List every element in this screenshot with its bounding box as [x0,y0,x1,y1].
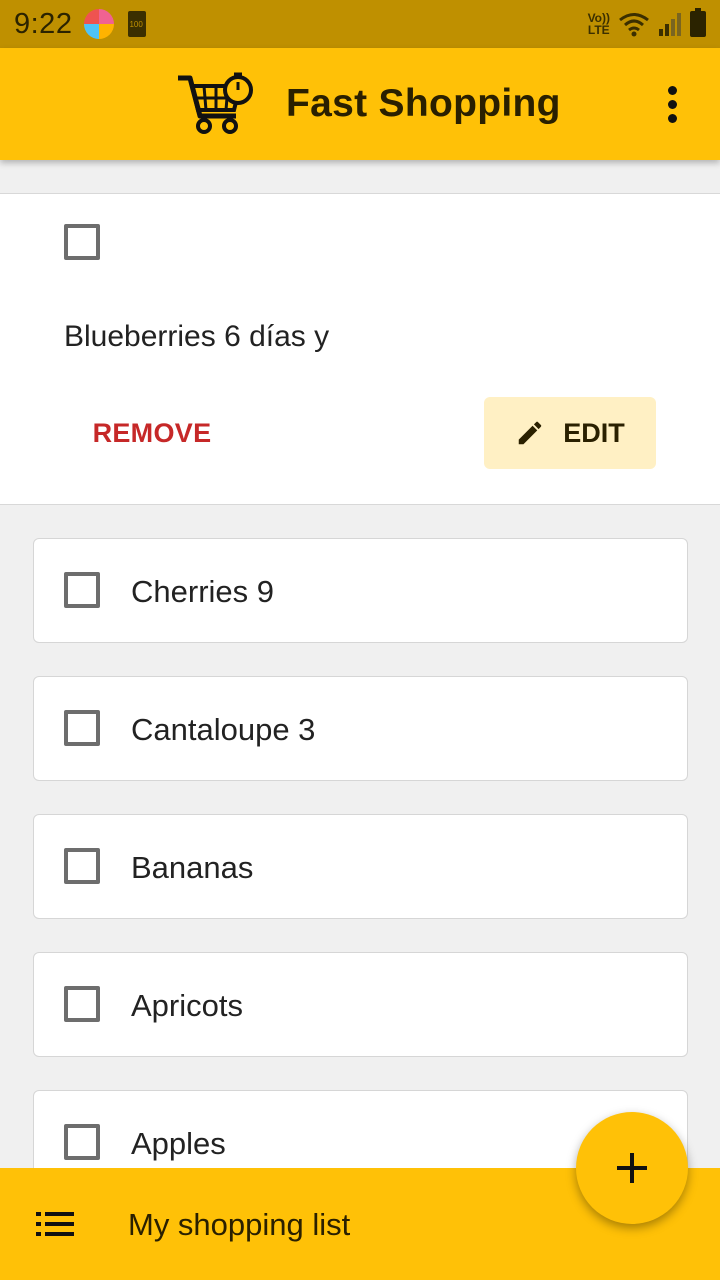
item-label: Cantaloupe 3 [131,712,316,747]
expanded-item-card: Blueberries 6 días y REMOVE EDIT [0,193,720,505]
item-checkbox[interactable] [64,848,100,884]
item-checkbox[interactable] [64,986,100,1022]
plus-icon [617,1153,647,1183]
storage-notification-icon: 100 [128,11,147,37]
remove-button[interactable]: REMOVE [64,397,240,469]
app-bar: Fast Shopping [0,48,720,160]
edit-button-label: EDIT [563,417,625,448]
cart-timer-icon [178,72,253,134]
more-vert-icon-dot [667,85,677,95]
lte-label: LTE [587,23,610,37]
pencil-icon [518,421,542,445]
more-vert-icon-dot [667,113,677,123]
expanded-item-label: Blueberries 6 días y [64,320,330,353]
item-checkbox[interactable] [64,1124,100,1160]
status-bar: 9:22 100 Vo)) LTE [0,0,720,48]
list-icon[interactable] [36,1212,76,1236]
item-checkbox[interactable] [64,572,100,608]
add-item-button[interactable] [576,1112,688,1224]
item-checkbox[interactable] [64,224,100,260]
item-label: Bananas [131,850,254,885]
status-indicators: Vo)) LTE [588,8,706,37]
list-item[interactable]: Apricots [33,952,688,1057]
battery-icon [690,8,706,37]
app-title: Fast Shopping [286,82,561,125]
bottom-bar-title: My shopping list [128,1207,351,1242]
edit-button[interactable]: EDIT [484,397,656,469]
item-checkbox[interactable] [64,710,100,746]
volte-indicator: Vo)) LTE [588,12,610,36]
item-label: Cherries 9 [131,574,274,609]
more-vert-icon-dot [667,99,677,109]
signal-icon [659,13,681,36]
list-item[interactable]: Cantaloupe 3 [33,676,688,781]
item-label: Apples [131,1126,226,1161]
more-options-button[interactable] [648,80,696,128]
wifi-icon [619,13,649,37]
remove-button-label: REMOVE [92,417,212,448]
list-item[interactable]: Bananas [33,814,688,919]
list-item[interactable]: Cherries 9 [33,538,688,643]
item-label: Apricots [131,988,243,1023]
app-notification-icon [84,9,115,39]
status-time: 9:22 [14,7,73,40]
notification-badge: 100 [129,20,143,29]
